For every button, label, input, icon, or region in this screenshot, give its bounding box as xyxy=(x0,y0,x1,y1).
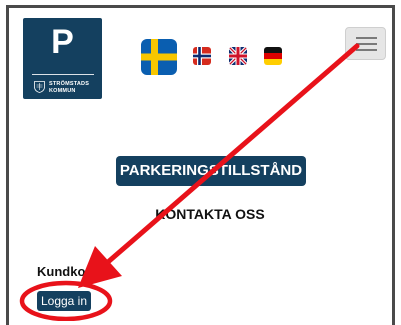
crest-icon xyxy=(34,81,45,93)
municipality-line-1: STRÖMSTADS xyxy=(49,81,90,87)
flag-uk-icon[interactable] xyxy=(229,47,247,65)
contact-link[interactable]: KONTAKTA OSS xyxy=(110,206,310,222)
flag-sweden-icon[interactable] xyxy=(141,39,177,75)
account-label: Kundkonto: xyxy=(37,264,110,279)
hamburger-menu-button[interactable] xyxy=(345,27,386,60)
flag-germany-icon[interactable] xyxy=(264,47,282,65)
municipality-line-2: KOMMUN xyxy=(49,87,76,94)
login-button[interactable]: Logga in xyxy=(37,291,91,311)
logo-letter: P xyxy=(51,23,74,61)
flag-norway-icon[interactable] xyxy=(193,47,211,65)
hamburger-menu-icon-bar xyxy=(356,43,377,45)
parking-logo[interactable]: P STRÖMSTADS KOMMUN xyxy=(23,18,102,99)
page-title[interactable]: PARKERINGSTILLSTÅND xyxy=(116,156,306,186)
logo-divider xyxy=(32,74,94,75)
municipality-name: STRÖMSTADS KOMMUN xyxy=(49,81,89,94)
hamburger-menu-icon-bar xyxy=(356,49,377,51)
hamburger-menu-icon xyxy=(356,37,377,39)
